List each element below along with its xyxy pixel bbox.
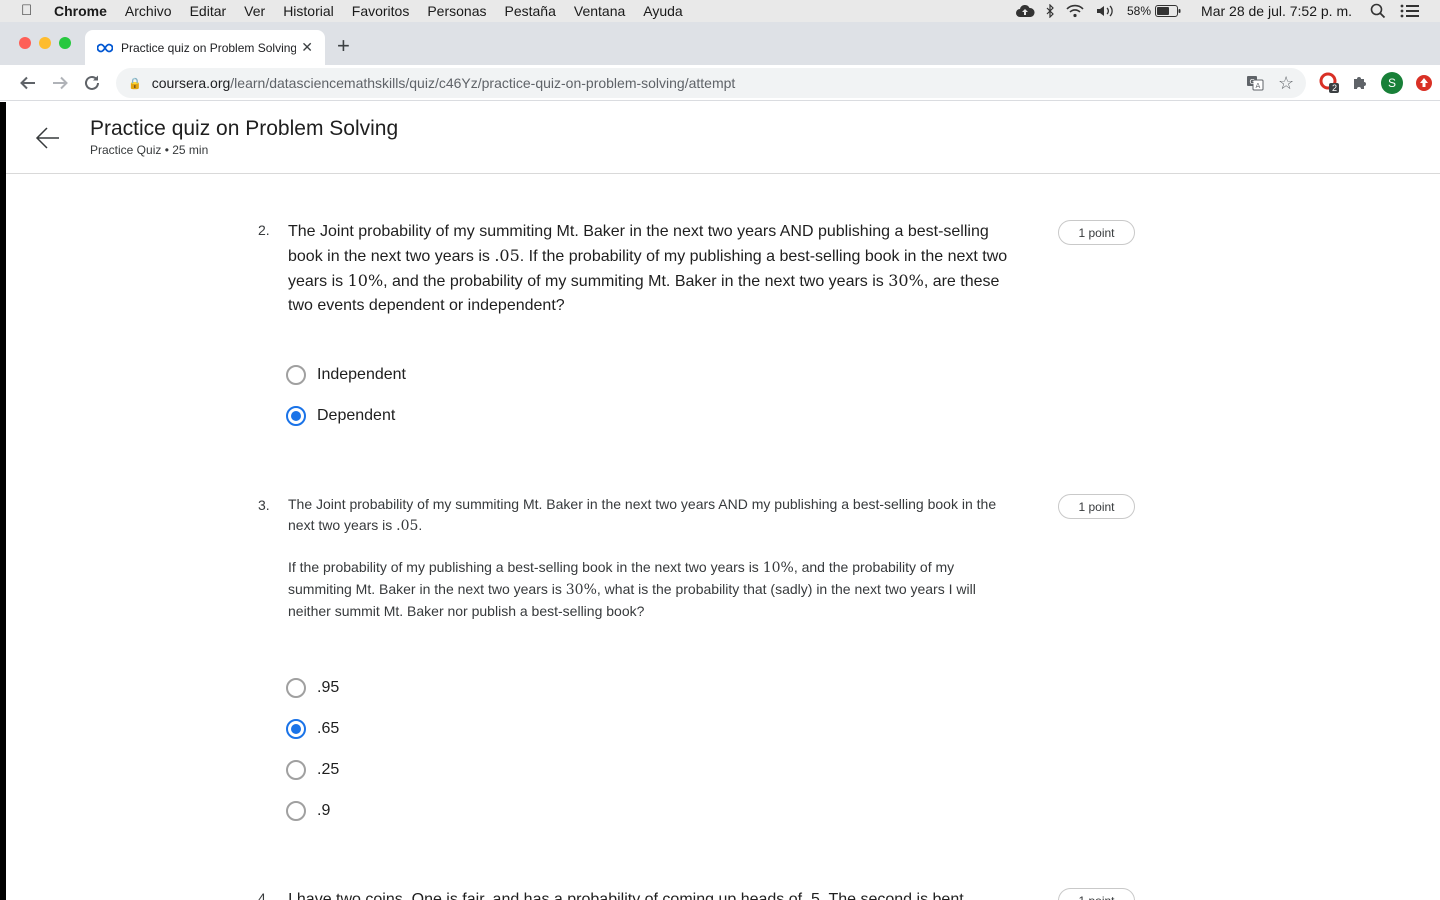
question-2: 2. The Joint probability of my summiting… bbox=[258, 220, 1138, 440]
bookmark-star-icon[interactable]: ☆ bbox=[1278, 73, 1294, 93]
option-65[interactable]: .65 bbox=[286, 719, 339, 739]
browser-toolbar: 🔒 coursera.org/learn/datasciencemathskil… bbox=[0, 65, 1440, 101]
apple-icon[interactable]:  bbox=[21, 2, 32, 19]
browser-tab-strip: Practice quiz on Problem Solving ✕ + bbox=[0, 22, 1440, 65]
menu-archivo[interactable]: Archivo bbox=[125, 3, 172, 19]
question-text-part: The Joint probability of my summiting Mt… bbox=[288, 496, 997, 533]
url-path: /learn/datasciencemathskills/quiz/c46Yz/… bbox=[230, 75, 736, 91]
math-value: 10% bbox=[762, 560, 794, 576]
new-tab-button[interactable]: + bbox=[337, 35, 350, 57]
question-text-part: . bbox=[418, 517, 423, 533]
menu-ventana[interactable]: Ventana bbox=[574, 3, 625, 19]
menu-bar-status: 58% Mar 28 de jul. 7:52 p. m. bbox=[1015, 0, 1440, 22]
wifi-icon[interactable] bbox=[1065, 4, 1085, 18]
menu-ver[interactable]: Ver bbox=[244, 3, 265, 19]
option-25[interactable]: .25 bbox=[286, 760, 339, 780]
option-label: .65 bbox=[317, 720, 340, 737]
radio-button[interactable] bbox=[286, 365, 306, 385]
question-text: I have two coins. One is fair, and has a… bbox=[288, 891, 964, 900]
radio-button[interactable] bbox=[286, 760, 306, 780]
option-label: Dependent bbox=[317, 407, 396, 424]
option-label: .9 bbox=[317, 802, 331, 819]
clock-datetime[interactable]: Mar 28 de jul. 7:52 p. m. bbox=[1201, 3, 1352, 19]
window-close-button[interactable] bbox=[19, 37, 31, 49]
radio-button[interactable] bbox=[286, 801, 306, 821]
tab-active[interactable]: Practice quiz on Problem Solving ✕ bbox=[85, 30, 325, 65]
tab-title: Practice quiz on Problem Solving bbox=[121, 40, 296, 55]
menu-editar[interactable]: Editar bbox=[190, 3, 227, 19]
question-paragraph: The Joint probability of my summiting Mt… bbox=[288, 494, 1018, 537]
question-text-part: , and the probability of my summiting Mt… bbox=[383, 273, 889, 290]
points-badge: 1 point bbox=[1058, 888, 1135, 900]
tab-close-icon[interactable]: ✕ bbox=[301, 39, 313, 56]
question-number: 2. bbox=[258, 222, 270, 238]
window-minimize-button[interactable] bbox=[39, 37, 51, 49]
question-number: 4. bbox=[258, 890, 270, 900]
math-value: 30% bbox=[888, 271, 924, 290]
question-4: 4. I have two coins. One is fair, and ha… bbox=[258, 888, 1138, 900]
svg-text:G: G bbox=[1250, 78, 1255, 86]
math-value: .05 bbox=[494, 246, 520, 265]
question-text: The Joint probability of my summiting Mt… bbox=[288, 220, 1018, 318]
math-value: .05 bbox=[396, 518, 419, 534]
menu-ayuda[interactable]: Ayuda bbox=[643, 3, 682, 19]
quiz-page: Practice quiz on Problem Solving Practic… bbox=[0, 102, 1440, 900]
extensions-puzzle-icon[interactable] bbox=[1351, 73, 1367, 93]
reload-button[interactable] bbox=[83, 74, 101, 92]
radio-button[interactable] bbox=[286, 678, 306, 698]
battery-percent: 58% bbox=[1127, 4, 1152, 18]
question-number: 3. bbox=[258, 497, 270, 513]
math-value: 30% bbox=[565, 582, 597, 598]
bluetooth-icon[interactable] bbox=[1045, 4, 1055, 18]
control-center-icon[interactable] bbox=[1400, 3, 1420, 19]
question-text-part: If the probability of my publishing a be… bbox=[288, 559, 763, 575]
radio-button-selected[interactable] bbox=[286, 719, 306, 739]
menu-historial[interactable]: Historial bbox=[283, 3, 334, 19]
macos-menu-bar:  Chrome Archivo Editar Ver Historial Fa… bbox=[0, 0, 1440, 22]
app-menus: Chrome Archivo Editar Ver Historial Favo… bbox=[54, 3, 701, 19]
math-value: 10% bbox=[347, 271, 384, 290]
profile-avatar[interactable]: S bbox=[1381, 72, 1403, 94]
svg-text:A: A bbox=[1256, 82, 1261, 90]
menu-favoritos[interactable]: Favoritos bbox=[352, 3, 410, 19]
question-paragraph: If the probability of my publishing a be… bbox=[288, 557, 1018, 622]
question-text: The Joint probability of my summiting Mt… bbox=[288, 494, 1018, 622]
volume-icon[interactable] bbox=[1095, 4, 1117, 18]
option-label: Independent bbox=[317, 366, 406, 383]
extension-badge: 2 bbox=[1332, 83, 1338, 93]
points-badge: 1 point bbox=[1058, 494, 1135, 519]
window-zoom-button[interactable] bbox=[59, 37, 71, 49]
radio-button-selected[interactable] bbox=[286, 406, 306, 426]
lock-icon[interactable]: 🔒 bbox=[128, 77, 142, 90]
menu-app-name[interactable]: Chrome bbox=[54, 3, 107, 19]
option-dependent[interactable]: Dependent bbox=[286, 406, 395, 426]
update-icon[interactable] bbox=[1415, 73, 1433, 93]
coursera-favicon-icon bbox=[97, 43, 113, 52]
menu-pestana[interactable]: Pestaña bbox=[505, 3, 556, 19]
menu-personas[interactable]: Personas bbox=[427, 3, 486, 19]
address-bar[interactable]: 🔒 coursera.org/learn/datasciencemathskil… bbox=[116, 68, 1306, 98]
translate-icon[interactable]: GA bbox=[1246, 73, 1264, 93]
battery-icon[interactable] bbox=[1155, 5, 1181, 17]
spotlight-search-icon[interactable] bbox=[1370, 3, 1386, 19]
window-edge bbox=[0, 102, 6, 900]
back-arrow-icon[interactable] bbox=[34, 124, 62, 152]
option-9[interactable]: .9 bbox=[286, 801, 330, 821]
option-label: .95 bbox=[317, 679, 340, 696]
page-subtitle: Practice Quiz • 25 min bbox=[90, 143, 209, 157]
option-95[interactable]: .95 bbox=[286, 678, 339, 698]
option-label: .25 bbox=[317, 761, 340, 778]
cloud-upload-icon[interactable] bbox=[1015, 4, 1035, 18]
url-host: coursera.org bbox=[151, 75, 231, 91]
quiz-header: Practice quiz on Problem Solving Practic… bbox=[6, 102, 1440, 174]
forward-button[interactable] bbox=[51, 74, 69, 92]
back-button[interactable] bbox=[19, 74, 37, 92]
page-title: Practice quiz on Problem Solving bbox=[90, 117, 399, 140]
question-3: 3. The Joint probability of my summiting… bbox=[258, 494, 1138, 826]
points-badge: 1 point bbox=[1058, 220, 1135, 245]
option-independent[interactable]: Independent bbox=[286, 365, 406, 385]
extension-icon[interactable]: 2 bbox=[1318, 72, 1340, 93]
